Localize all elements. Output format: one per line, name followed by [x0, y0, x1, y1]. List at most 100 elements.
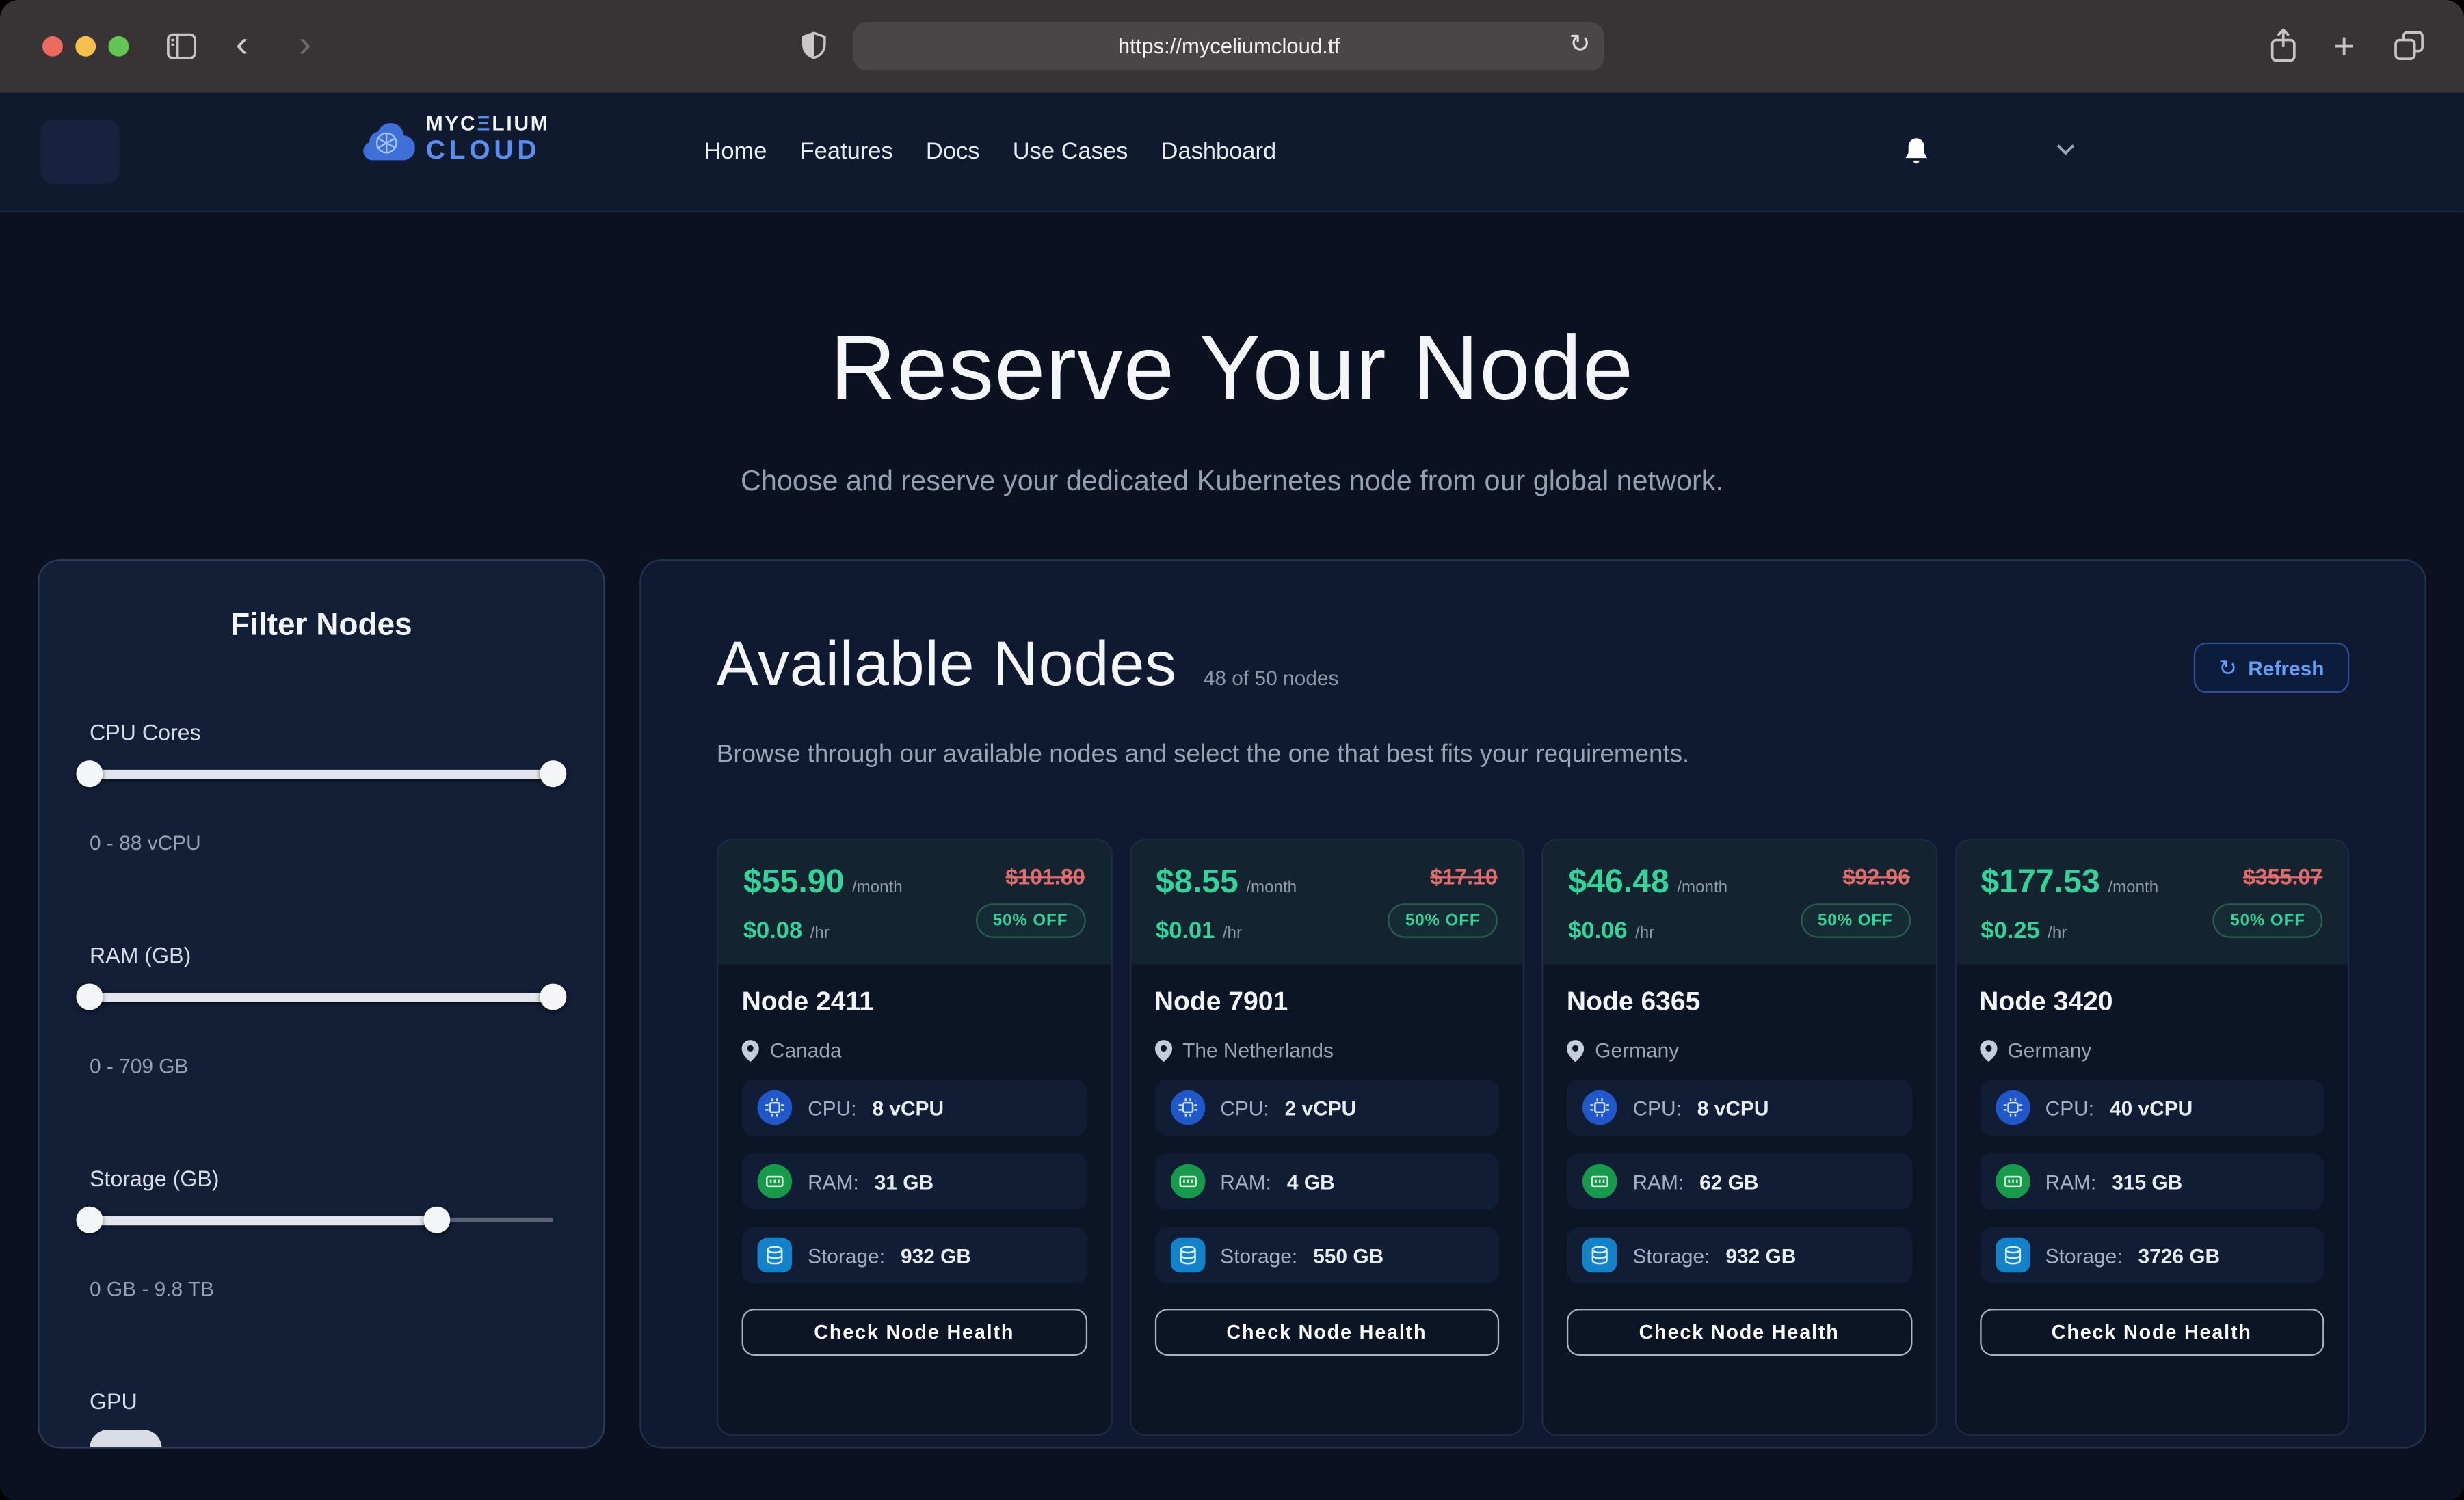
- price-original: $92.96: [1843, 864, 1910, 889]
- zoom-window-button[interactable]: [109, 36, 129, 57]
- price-original: $101.80: [1005, 864, 1085, 889]
- notification-bell-icon[interactable]: [1903, 137, 1930, 167]
- discount-badge: 50% OFF: [1801, 903, 1910, 938]
- gpu-toggle[interactable]: [90, 1430, 162, 1449]
- discount-badge: 50% OFF: [975, 903, 1085, 938]
- nav-placeholder-box: [41, 120, 120, 184]
- storage-range-text: 0 GB - 9.8 TB: [90, 1277, 553, 1300]
- price-hourly: $0.25: [1981, 918, 2039, 944]
- spec-row-ram: RAM: 4 GB: [1154, 1153, 1499, 1210]
- spec-value: 932 GB: [901, 1244, 971, 1267]
- spec-value: 3726 GB: [2138, 1244, 2221, 1267]
- card-pricing: $55.90/month $0.08/hr $101.80 50% OFF: [718, 840, 1110, 965]
- close-window-button[interactable]: [42, 36, 63, 57]
- slider-handle-max[interactable]: [540, 760, 566, 787]
- card-pricing: $177.53/month $0.25/hr $355.07 50% OFF: [1956, 840, 2348, 965]
- cpu-cores-label: CPU Cores: [90, 719, 553, 745]
- filter-title: Filter Nodes: [90, 608, 553, 644]
- hero-section: Reserve Your Node Choose and reserve you…: [0, 316, 2464, 498]
- check-node-health-button[interactable]: Check Node Health: [742, 1309, 1087, 1356]
- nodes-title: Available Nodes: [717, 630, 1177, 700]
- chevron-down-icon[interactable]: [2056, 143, 2076, 157]
- node-name: Node 7901: [1154, 987, 1499, 1018]
- spec-row-storage: Storage: 3726 GB: [1979, 1227, 2324, 1284]
- card-body: Node 3420 Germany CPU: 40 vCPU RAM: [1956, 965, 2348, 1434]
- location-pin-icon: [1154, 1039, 1171, 1061]
- back-button[interactable]: ‹: [236, 21, 248, 71]
- nav-link-home[interactable]: Home: [704, 138, 767, 165]
- slider-fill: [90, 1215, 437, 1224]
- spec-label: Storage:: [2045, 1244, 2123, 1267]
- check-node-health-button[interactable]: Check Node Health: [1154, 1309, 1499, 1356]
- nav-link-use-cases[interactable]: Use Cases: [1013, 138, 1128, 165]
- spec-label: Storage:: [1632, 1244, 1710, 1267]
- node-card: $8.55/month $0.01/hr $17.10 50% OFF Node…: [1129, 839, 1524, 1436]
- nav-link-docs[interactable]: Docs: [926, 138, 980, 165]
- check-node-health-button[interactable]: Check Node Health: [1567, 1309, 1911, 1356]
- price-hourly: $0.06: [1568, 918, 1627, 944]
- privacy-shield-icon[interactable]: [802, 31, 827, 62]
- sidebar-toggle-icon[interactable]: [167, 33, 197, 59]
- spec-label: RAM:: [1220, 1170, 1271, 1193]
- slider-handle-max[interactable]: [540, 983, 566, 1010]
- spec-value: 62 GB: [1699, 1170, 1758, 1193]
- spec-label: CPU:: [808, 1096, 856, 1119]
- nav-link-features[interactable]: Features: [800, 138, 893, 165]
- price-hour-suffix: /hr: [1635, 924, 1654, 943]
- spec-value: 4 GB: [1287, 1170, 1335, 1193]
- cpu-range-text: 0 - 88 vCPU: [90, 831, 553, 855]
- new-tab-icon[interactable]: +: [2333, 22, 2355, 69]
- card-body: Node 6365 Germany CPU: 8 vCPU RAM:: [1543, 965, 1935, 1434]
- slider-handle-min[interactable]: [76, 983, 103, 1010]
- cpu-icon: [1582, 1090, 1617, 1125]
- location-pin-icon: [742, 1039, 759, 1061]
- spec-row-cpu: CPU: 2 vCPU: [1154, 1080, 1499, 1136]
- spec-row-cpu: CPU: 8 vCPU: [742, 1080, 1087, 1136]
- price-month-suffix: /month: [1677, 878, 1727, 897]
- storage-slider[interactable]: [90, 1207, 553, 1233]
- url-text: https://myceliumcloud.tf: [1118, 35, 1340, 58]
- nav-link-dashboard[interactable]: Dashboard: [1161, 138, 1277, 165]
- tab-overview-icon[interactable]: [2394, 30, 2425, 62]
- nodes-subtitle: Browse through our available nodes and s…: [717, 742, 2349, 770]
- node-location: Germany: [1567, 1039, 1911, 1062]
- slider-handle-min[interactable]: [76, 760, 103, 787]
- share-icon[interactable]: [2269, 28, 2297, 63]
- nav-links: Home Features Docs Use Cases Dashboard: [704, 93, 1276, 211]
- spec-label: CPU:: [2045, 1096, 2094, 1119]
- address-bar[interactable]: https://myceliumcloud.tf ↻: [853, 22, 1604, 70]
- site-navbar: MYCΞLIUM CLOUD Home Features Docs Use Ca…: [0, 93, 2464, 213]
- refresh-button[interactable]: ↻ Refresh: [2193, 643, 2349, 693]
- cpu-cores-slider[interactable]: [90, 760, 553, 787]
- check-node-health-button[interactable]: Check Node Health: [1979, 1309, 2324, 1356]
- node-card: $46.48/month $0.06/hr $92.96 50% OFF Nod…: [1541, 839, 1937, 1436]
- reload-icon[interactable]: ↻: [1569, 28, 1591, 59]
- node-card: $55.90/month $0.08/hr $101.80 50% OFF No…: [717, 839, 1112, 1436]
- spec-row-ram: RAM: 315 GB: [1979, 1153, 2324, 1210]
- gpu-label: GPU: [90, 1389, 553, 1414]
- card-pricing: $46.48/month $0.06/hr $92.96 50% OFF: [1543, 840, 1935, 965]
- price-monthly: $55.90: [743, 864, 845, 902]
- spec-value: 31 GB: [875, 1170, 933, 1193]
- nodes-count: 48 of 50 nodes: [1204, 666, 1339, 689]
- slider-handle-max[interactable]: [424, 1207, 451, 1233]
- spec-row-storage: Storage: 550 GB: [1154, 1227, 1499, 1284]
- price-month-suffix: /month: [1246, 878, 1297, 897]
- brand-text: MYCΞLIUM CLOUD: [426, 113, 550, 163]
- location-text: Germany: [2007, 1039, 2091, 1062]
- page-title: Reserve Your Node: [0, 316, 2464, 421]
- ram-slider[interactable]: [90, 983, 553, 1010]
- browser-chrome: ‹ › https://myceliumcloud.tf ↻ +: [0, 0, 2464, 93]
- slider-handle-min[interactable]: [76, 1207, 103, 1233]
- spec-row-ram: RAM: 31 GB: [742, 1153, 1087, 1210]
- spec-label: RAM:: [2045, 1170, 2097, 1193]
- spec-row-ram: RAM: 62 GB: [1567, 1153, 1911, 1210]
- filter-panel: Filter Nodes CPU Cores 0 - 88 vCPU RAM (…: [38, 559, 605, 1449]
- spec-row-cpu: CPU: 8 vCPU: [1567, 1080, 1911, 1136]
- forward-button[interactable]: ›: [299, 21, 311, 71]
- minimize-window-button[interactable]: [75, 36, 96, 57]
- nodes-header: Available Nodes 48 of 50 nodes ↻ Refresh: [717, 630, 2349, 700]
- node-location: Canada: [742, 1039, 1087, 1062]
- brand-logo[interactable]: MYCΞLIUM CLOUD: [358, 113, 550, 163]
- location-pin-icon: [1567, 1039, 1584, 1061]
